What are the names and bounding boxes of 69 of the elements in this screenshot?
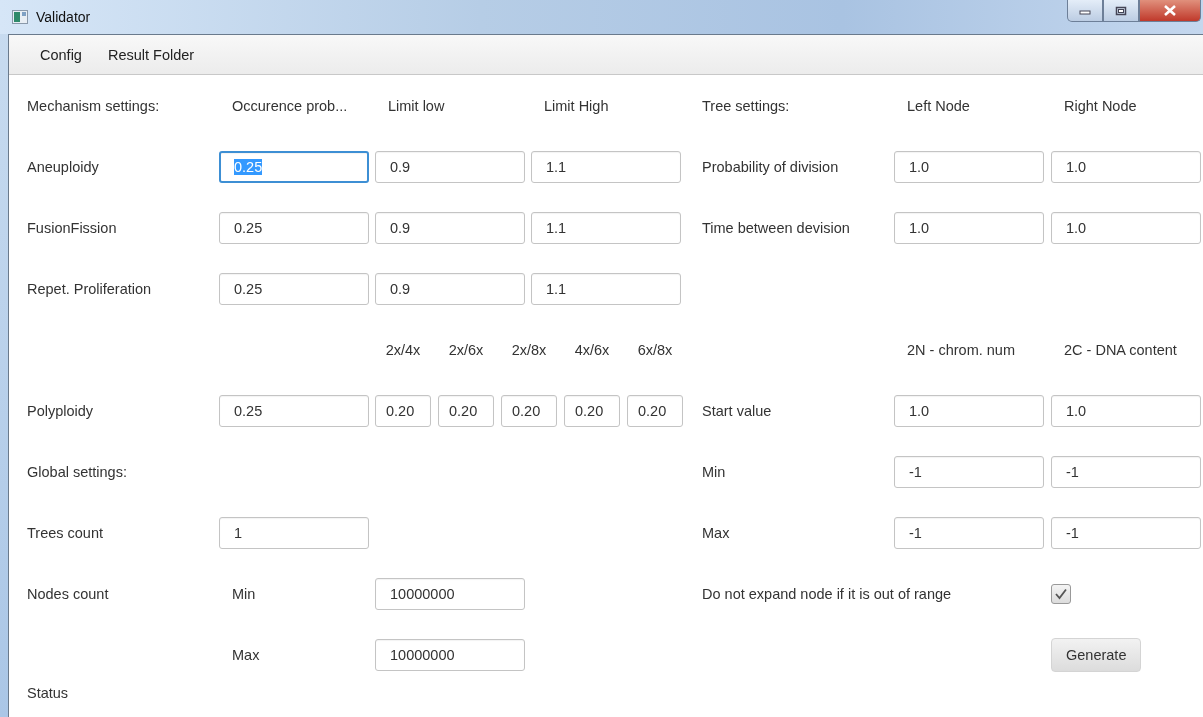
column-header: Limit low bbox=[387, 97, 446, 114]
row-label: Probability of division bbox=[702, 158, 840, 175]
column-header: 2C - DNA content bbox=[1063, 341, 1178, 358]
field-label: Min bbox=[231, 585, 257, 602]
menu-item[interactable]: Result Folder bbox=[96, 42, 206, 67]
row-label: Polyploidy bbox=[27, 402, 95, 419]
column-header: 2x/4x bbox=[384, 341, 422, 358]
window-title: Validator bbox=[36, 9, 91, 25]
input-field[interactable]: 0.20 bbox=[438, 394, 494, 427]
column-header: 2x/8x bbox=[510, 341, 548, 358]
checkbox[interactable] bbox=[1051, 583, 1071, 604]
row-label: Min bbox=[702, 463, 727, 480]
section-title: Tree settings: bbox=[702, 97, 791, 114]
column-header: Limit High bbox=[543, 97, 610, 114]
input-field[interactable]: -1 bbox=[1051, 516, 1201, 549]
menu-item[interactable]: Config bbox=[29, 42, 93, 67]
input-field[interactable]: 10000000 bbox=[375, 577, 525, 610]
maximize-button[interactable] bbox=[1103, 0, 1139, 22]
input-field[interactable]: 0.9 bbox=[375, 211, 525, 244]
close-button[interactable] bbox=[1139, 0, 1201, 22]
section-title: Global settings: bbox=[27, 463, 128, 480]
input-field[interactable]: 1.1 bbox=[531, 211, 681, 244]
input-field[interactable]: 1.0 bbox=[1051, 150, 1201, 183]
field-label: Max bbox=[231, 646, 261, 663]
input-field[interactable]: 0.9 bbox=[375, 150, 525, 183]
generate-button[interactable]: Generate bbox=[1051, 637, 1142, 672]
status-text: Status bbox=[27, 685, 70, 701]
input-field[interactable]: 1.0 bbox=[894, 211, 1044, 244]
input-field[interactable]: 10000000 bbox=[375, 638, 525, 671]
row-label: Nodes count bbox=[27, 585, 110, 602]
input-field[interactable]: 1.0 bbox=[894, 394, 1044, 427]
minimize-button[interactable] bbox=[1067, 0, 1103, 22]
input-field[interactable]: 0.20 bbox=[564, 394, 620, 427]
checkmark-icon bbox=[1054, 587, 1068, 600]
row-label: Max bbox=[702, 524, 731, 541]
input-field[interactable]: 0.20 bbox=[375, 394, 431, 427]
column-header: 2N - chrom. num bbox=[906, 341, 1016, 358]
input-field[interactable]: 1.1 bbox=[531, 272, 681, 305]
input-field[interactable]: 0.25 bbox=[219, 394, 369, 427]
section-title: Mechanism settings: bbox=[27, 97, 161, 114]
row-label: FusionFission bbox=[27, 219, 118, 236]
row-label: Repet. Proliferation bbox=[27, 280, 153, 297]
input-field[interactable]: 1.1 bbox=[531, 150, 681, 183]
input-field[interactable]: 1.0 bbox=[894, 150, 1044, 183]
row-label: Time between devision bbox=[702, 219, 851, 236]
input-field[interactable]: 0.25 bbox=[219, 272, 369, 305]
input-field[interactable]: -1 bbox=[1051, 455, 1201, 488]
input-field[interactable]: 0.20 bbox=[501, 394, 557, 427]
close-icon bbox=[1163, 5, 1177, 16]
input-field[interactable]: 0.20 bbox=[627, 394, 683, 427]
column-header: 6x/8x bbox=[636, 341, 674, 358]
input-field[interactable]: -1 bbox=[894, 455, 1044, 488]
row-label: Start value bbox=[702, 402, 773, 419]
input-field[interactable]: 1.0 bbox=[1051, 211, 1201, 244]
input-field[interactable]: 1.0 bbox=[1051, 394, 1201, 427]
input-field[interactable]: -1 bbox=[894, 516, 1044, 549]
input-field[interactable]: 0.25 bbox=[219, 211, 369, 244]
row-label: Trees count bbox=[27, 524, 105, 541]
input-field[interactable]: 1 bbox=[219, 516, 369, 549]
column-header: Left Node bbox=[906, 97, 971, 114]
maximize-icon bbox=[1115, 5, 1127, 16]
column-header: 4x/6x bbox=[573, 341, 611, 358]
input-field[interactable]: 0.9 bbox=[375, 272, 525, 305]
checkbox-label: Do not expand node if it is out of range bbox=[702, 585, 953, 602]
row-label: Aneuploidy bbox=[27, 158, 100, 175]
column-header: 2x/6x bbox=[447, 341, 485, 358]
column-header: Occurence prob... bbox=[231, 97, 349, 114]
app-icon bbox=[12, 10, 28, 24]
column-header: Right Node bbox=[1063, 97, 1138, 114]
